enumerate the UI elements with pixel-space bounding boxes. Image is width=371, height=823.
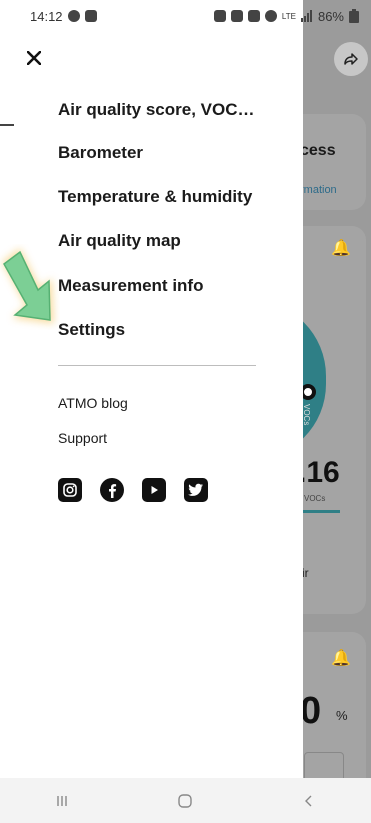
navigation-drawer: Air quality score, VOC… Barometer Temper… xyxy=(0,0,303,778)
back-icon xyxy=(305,795,312,806)
menu-item-temperature-humidity[interactable]: Temperature & humidity xyxy=(58,187,252,207)
bell-icon[interactable]: 🔔 xyxy=(331,238,351,258)
vocs-value: .16 xyxy=(298,456,340,489)
close-icon xyxy=(27,51,41,65)
menu-item-measurement-info[interactable]: Measurement info xyxy=(58,276,203,296)
vocs-label: VOCs xyxy=(304,494,326,503)
notification-icon xyxy=(67,10,80,22)
status-bar: 14:12 LTE 86% xyxy=(0,0,371,32)
menu-item-barometer[interactable]: Barometer xyxy=(58,143,143,163)
share-button[interactable] xyxy=(334,42,368,76)
youtube-icon[interactable] xyxy=(142,478,166,502)
air-label: ir xyxy=(302,566,309,580)
status-time: 14:12 xyxy=(30,8,63,24)
location-icon xyxy=(264,10,277,22)
process-card-link[interactable]: rmation xyxy=(300,184,337,196)
recent-apps-icon xyxy=(57,795,67,806)
back-button[interactable] xyxy=(279,786,339,816)
link-atmo-blog[interactable]: ATMO blog xyxy=(58,395,128,411)
alarm-icon xyxy=(213,10,226,22)
home-icon xyxy=(178,793,193,808)
menu-divider xyxy=(58,365,256,366)
mute-icon xyxy=(247,10,260,22)
gauge-label: VOCs xyxy=(302,404,311,426)
link-support[interactable]: Support xyxy=(58,430,107,446)
social-links xyxy=(58,478,208,502)
recent-apps-button[interactable] xyxy=(32,786,92,816)
close-drawer-button[interactable] xyxy=(22,46,46,70)
battery-percent: 86% xyxy=(317,8,344,24)
share-icon xyxy=(344,53,358,65)
battery-icon xyxy=(349,9,359,23)
side-tick xyxy=(0,124,14,126)
home-button[interactable] xyxy=(155,786,215,816)
highlight-arrow-icon xyxy=(2,248,54,324)
menu-item-air-quality-map[interactable]: Air quality map xyxy=(58,231,181,251)
navigation-bar xyxy=(0,778,371,823)
instagram-icon[interactable] xyxy=(58,478,82,502)
humidity-unit: % xyxy=(336,708,348,723)
vocs-underline xyxy=(300,510,340,513)
menu-item-air-quality-score[interactable]: Air quality score, VOC… xyxy=(58,100,255,120)
process-card-title: cess xyxy=(300,142,336,159)
humidity-value: 0 xyxy=(300,690,322,732)
menu-item-settings[interactable]: Settings xyxy=(58,320,125,340)
bell-icon[interactable]: 🔔 xyxy=(331,648,351,668)
facebook-icon[interactable] xyxy=(100,478,124,502)
signal-icon xyxy=(300,10,312,22)
vibrate-icon xyxy=(230,10,243,22)
message-icon xyxy=(84,10,97,22)
twitter-icon[interactable] xyxy=(184,478,208,502)
network-type: LTE xyxy=(281,11,296,21)
